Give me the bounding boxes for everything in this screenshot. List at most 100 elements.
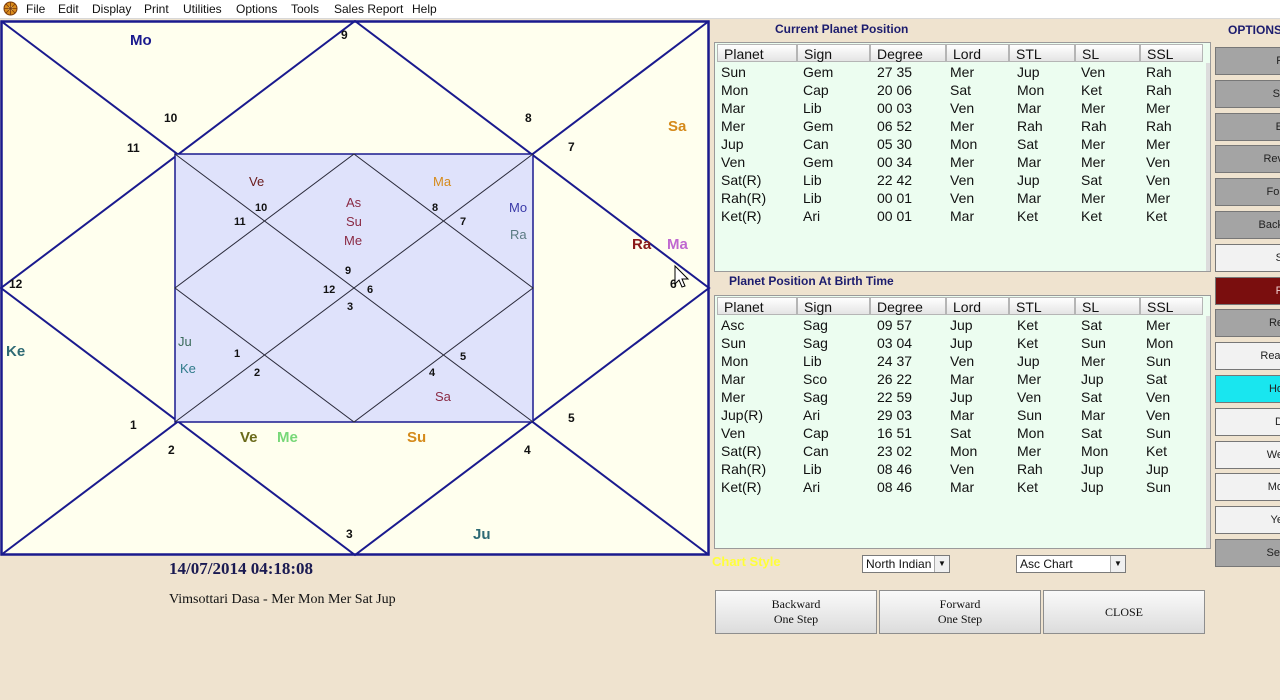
column-header[interactable]: SL <box>1075 44 1140 62</box>
column-header[interactable]: STL <box>1009 297 1075 315</box>
column-header[interactable]: SSL <box>1140 297 1203 315</box>
column-header[interactable]: Sign <box>797 297 870 315</box>
option-button[interactable]: S <box>1215 243 1280 272</box>
option-button[interactable]: D <box>1215 407 1280 436</box>
option-button[interactable]: Set <box>1215 539 1280 567</box>
option-button[interactable]: We <box>1215 440 1280 469</box>
menu-utilities[interactable]: Utilities <box>183 2 222 16</box>
inner-house-number: 11 <box>234 216 246 228</box>
option-button-label: E <box>1276 114 1280 140</box>
cell-sl: Ven <box>1081 64 1106 80</box>
inner-house-number: 2 <box>254 367 260 379</box>
option-button[interactable]: Real <box>1215 342 1280 371</box>
cell-ssl: Sun <box>1146 479 1171 495</box>
menu-options[interactable]: Options <box>236 2 277 16</box>
option-button[interactable]: For <box>1215 178 1280 207</box>
table-row[interactable]: Rah(R) Lib 00 01 Ven Mar Mer Mer <box>715 189 1210 207</box>
current-position-table[interactable]: Planet Sign Degree Lord STL SL SSL Sun G… <box>714 42 1211 272</box>
option-button[interactable]: Rev <box>1215 145 1280 174</box>
chart-style-label: Chart Style <box>712 554 781 569</box>
backward-one-step-button[interactable]: Backward One Step <box>715 590 877 634</box>
forward-one-step-button[interactable]: Forward One Step <box>879 590 1041 634</box>
house-number: 11 <box>127 141 140 155</box>
table-row[interactable]: Rah(R) Lib 08 46 Ven Rah Jup Jup <box>715 460 1210 478</box>
menu-help[interactable]: Help <box>412 2 437 16</box>
button-label: One Step <box>773 612 819 626</box>
menu-display[interactable]: Display <box>92 2 131 16</box>
option-button[interactable]: F <box>1215 47 1280 75</box>
button-label: Forward <box>939 597 981 611</box>
planet-ra: Ra <box>632 236 652 253</box>
cell-planet: Rah(R) <box>721 190 767 206</box>
option-button[interactable]: Ye <box>1215 506 1280 535</box>
option-button[interactable]: P <box>1215 276 1280 305</box>
table-row[interactable]: Sun Sag 03 04 Jup Ket Sun Mon <box>715 334 1210 352</box>
cell-lord: Mar <box>950 479 975 495</box>
column-header[interactable]: Planet <box>717 297 797 315</box>
menu-file[interactable]: File <box>26 2 45 16</box>
option-button[interactable]: Mo <box>1215 473 1280 502</box>
cell-lord: Mer <box>950 64 975 80</box>
table-scrollbar[interactable] <box>1206 316 1210 548</box>
option-button[interactable]: St <box>1215 79 1280 108</box>
table-row[interactable]: Ket(R) Ari 08 46 Mar Ket Jup Sun <box>715 478 1210 496</box>
menu-sales-report[interactable]: Sales Report <box>334 2 403 16</box>
menu-edit[interactable]: Edit <box>58 2 79 16</box>
option-button[interactable]: E <box>1215 112 1280 141</box>
cell-sign: Ari <box>803 479 821 495</box>
cell-ssl: Mon <box>1146 335 1174 351</box>
options-title: OPTIONS <box>1228 23 1280 37</box>
cell-lord: Sat <box>950 82 972 98</box>
cell-stl: Mon <box>1017 82 1045 98</box>
table-row[interactable]: Mon Lib 24 37 Ven Jup Mer Sun <box>715 352 1210 370</box>
column-header[interactable]: Lord <box>946 297 1009 315</box>
table-row[interactable]: Sat(R) Can 23 02 Mon Mer Mon Ket <box>715 442 1210 460</box>
table-row[interactable]: Asc Sag 09 57 Jup Ket Sat Mer <box>715 316 1210 334</box>
column-header[interactable]: STL <box>1009 44 1075 62</box>
column-header[interactable]: Degree <box>870 297 946 315</box>
column-header[interactable]: Sign <box>797 44 870 62</box>
birth-position-table[interactable]: Planet Sign Degree Lord STL SL SSL Asc S… <box>714 295 1211 549</box>
table-scrollbar[interactable] <box>1206 63 1210 271</box>
option-button-label: St <box>1272 87 1280 100</box>
menu-tools[interactable]: Tools <box>291 2 319 16</box>
table-row[interactable]: Sun Gem 27 35 Mer Jup Ven Rah <box>715 63 1210 81</box>
cell-degree: 22 59 <box>877 389 913 405</box>
table-row[interactable]: Ket(R) Ari 00 01 Mar Ket Ket Ket <box>715 207 1210 225</box>
table-row[interactable]: Ven Cap 16 51 Sat Mon Sat Sun <box>715 424 1210 442</box>
column-header[interactable]: SSL <box>1140 44 1203 62</box>
option-button[interactable]: Back <box>1215 211 1280 239</box>
cell-planet: Mer <box>721 118 746 134</box>
table-row[interactable]: Sat(R) Lib 22 42 Ven Jup Sat Ven <box>715 171 1210 189</box>
table-row[interactable]: Mar Lib 00 03 Ven Mar Mer Mer <box>715 99 1210 117</box>
chart-style-select[interactable]: North Indian ▼ <box>862 555 950 573</box>
close-button[interactable]: CLOSE <box>1043 590 1205 634</box>
table-row[interactable]: Mer Sag 22 59 Jup Ven Sat Ven <box>715 388 1210 406</box>
option-button[interactable]: Re <box>1215 309 1280 338</box>
house-number: 4 <box>524 443 531 457</box>
cell-ssl: Ven <box>1146 407 1171 423</box>
inner-house-number: 6 <box>367 284 373 296</box>
column-header[interactable]: Degree <box>870 44 946 62</box>
inner-house-number: 8 <box>432 202 438 214</box>
column-header[interactable]: Planet <box>717 44 797 62</box>
button-label: Backward <box>771 597 821 611</box>
table-row[interactable]: Mer Gem 06 52 Mer Rah Rah Rah <box>715 117 1210 135</box>
cell-degree: 16 51 <box>877 425 913 441</box>
table-row[interactable]: Jup Can 05 30 Mon Sat Mer Mer <box>715 135 1210 153</box>
chevron-down-icon[interactable]: ▼ <box>934 556 949 572</box>
column-header[interactable]: SL <box>1075 297 1140 315</box>
table-row[interactable]: Jup(R) Ari 29 03 Mar Sun Mar Ven <box>715 406 1210 424</box>
cell-sl: Sat <box>1081 317 1103 333</box>
chart-type-select[interactable]: Asc Chart ▼ <box>1016 555 1126 573</box>
table-row[interactable]: Ven Gem 00 34 Mer Mar Mer Ven <box>715 153 1210 171</box>
option-button[interactable]: Ho <box>1215 375 1280 403</box>
planet-ve: Ve <box>240 429 258 446</box>
table-row[interactable]: Mon Cap 20 06 Sat Mon Ket Rah <box>715 81 1210 99</box>
house-number: 10 <box>164 111 178 125</box>
chevron-down-icon[interactable]: ▼ <box>1110 556 1125 572</box>
column-header[interactable]: Lord <box>946 44 1009 62</box>
table-row[interactable]: Mar Sco 26 22 Mar Mer Jup Sat <box>715 370 1210 388</box>
app-logo-icon[interactable] <box>3 1 18 16</box>
menu-print[interactable]: Print <box>144 2 169 16</box>
